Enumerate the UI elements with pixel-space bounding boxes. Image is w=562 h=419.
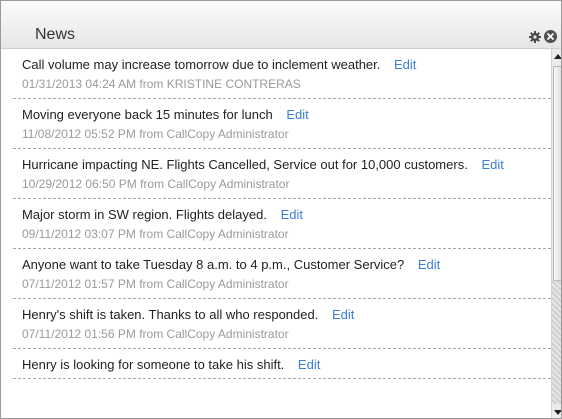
news-item: Henry is looking for someone to take his… — [13, 349, 551, 379]
news-message-text: Moving everyone back 15 minutes for lunc… — [22, 107, 273, 122]
news-message-text: Call volume may increase tomorrow due to… — [22, 57, 381, 72]
edit-link[interactable]: Edit — [418, 257, 440, 272]
edit-link[interactable]: Edit — [281, 207, 303, 222]
edit-link[interactable]: Edit — [481, 157, 503, 172]
scroll-down-arrow-icon[interactable] — [552, 404, 562, 419]
scrollbar[interactable] — [551, 49, 562, 419]
edit-link[interactable]: Edit — [394, 57, 416, 72]
news-message: Hurricane impacting NE. Flights Cancelle… — [22, 156, 551, 173]
scroll-track[interactable] — [552, 281, 561, 404]
news-item: Hurricane impacting NE. Flights Cancelle… — [13, 149, 551, 199]
news-item: Anyone want to take Tuesday 8 a.m. to 4 … — [13, 249, 551, 299]
edit-link[interactable]: Edit — [286, 107, 308, 122]
news-message: Major storm in SW region. Flights delaye… — [22, 206, 551, 223]
news-meta: 07/11/2012 01:57 PM from CallCopy Admini… — [22, 277, 289, 291]
news-message: Henry is looking for someone to take his… — [22, 356, 551, 373]
news-item: Major storm in SW region. Flights delaye… — [13, 199, 551, 249]
news-item: Henry's shift is taken. Thanks to all wh… — [13, 299, 551, 349]
news-message-text: Anyone want to take Tuesday 8 a.m. to 4 … — [22, 257, 405, 272]
widget-title: News — [35, 26, 76, 43]
news-meta: 01/31/2013 04:24 AM from KRISTINE CONTRE… — [22, 77, 301, 91]
news-widget: News Call volume may increase tomorrow d… — [0, 0, 562, 419]
news-message: Moving everyone back 15 minutes for lunc… — [22, 106, 551, 123]
scroll-up-arrow-icon[interactable] — [552, 49, 562, 65]
news-message: Henry's shift is taken. Thanks to all wh… — [22, 306, 551, 323]
widget-header: News — [1, 1, 561, 49]
edit-link[interactable]: Edit — [298, 357, 320, 372]
news-meta: 07/11/2012 01:56 PM from CallCopy Admini… — [22, 327, 289, 341]
news-message-text: Henry is looking for someone to take his… — [22, 357, 285, 372]
news-message-text: Hurricane impacting NE. Flights Cancelle… — [22, 157, 468, 172]
news-item: Moving everyone back 15 minutes for lunc… — [13, 99, 551, 149]
news-message-text: Henry's shift is taken. Thanks to all wh… — [22, 307, 319, 322]
news-meta: 10/29/2012 06:50 PM from CallCopy Admini… — [22, 177, 290, 191]
news-list: Call volume may increase tomorrow due to… — [13, 49, 551, 418]
news-meta: 09/11/2012 03:07 PM from CallCopy Admini… — [22, 227, 289, 241]
news-message-text: Major storm in SW region. Flights delaye… — [22, 207, 267, 222]
news-message: Anyone want to take Tuesday 8 a.m. to 4 … — [22, 256, 551, 273]
edit-link[interactable]: Edit — [332, 307, 354, 322]
gear-icon[interactable] — [528, 30, 542, 44]
scroll-thumb[interactable] — [553, 66, 561, 281]
news-item: Call volume may increase tomorrow due to… — [13, 49, 551, 99]
news-message: Call volume may increase tomorrow due to… — [22, 56, 551, 73]
news-meta: 11/08/2012 05:52 PM from CallCopy Admini… — [22, 127, 289, 141]
close-icon[interactable] — [543, 29, 558, 44]
